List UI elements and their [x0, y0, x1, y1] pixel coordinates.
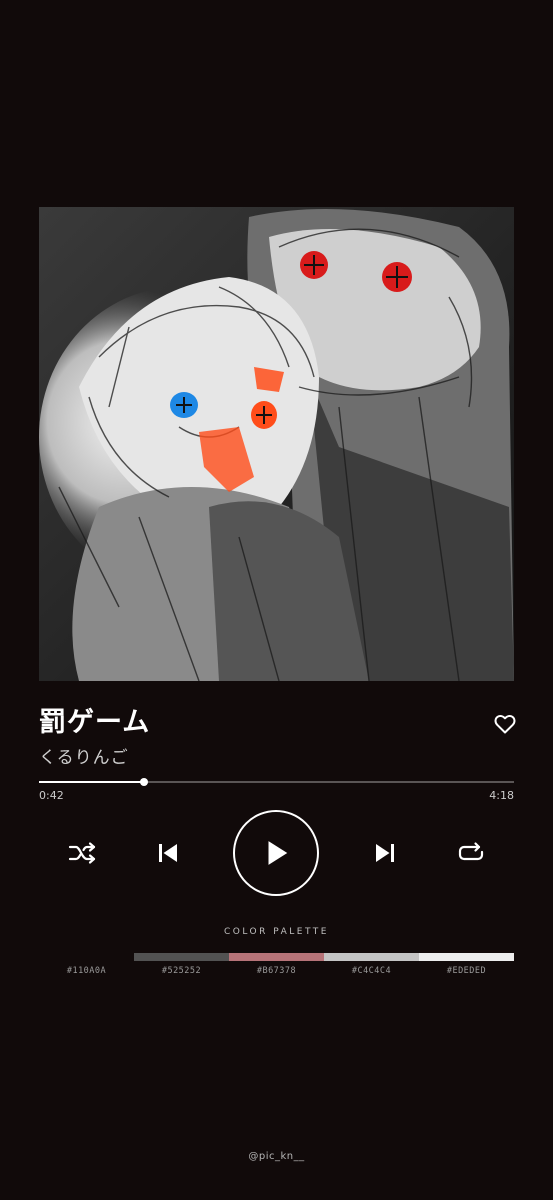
album-artwork	[39, 207, 514, 681]
swatch-2	[134, 953, 229, 961]
progress-fill	[39, 781, 144, 783]
swatch-label: #C4C4C4	[351, 966, 392, 976]
swatch-label: #B67378	[256, 966, 297, 976]
swatch-5	[419, 953, 514, 961]
repeat-button[interactable]	[457, 840, 485, 866]
repeat-icon	[458, 842, 484, 861]
credit-handle: @pic_kn__	[248, 1151, 305, 1162]
palette-labels: #110A0A #525252 #B67378 #C4C4C4 #EDEDED	[39, 965, 514, 977]
play-icon	[268, 841, 288, 865]
swatch-1	[39, 953, 134, 961]
swatch-label: #525252	[161, 966, 202, 976]
color-palette-bar	[39, 953, 514, 961]
track-title: 罰ゲーム	[39, 707, 151, 738]
artwork-illustration	[39, 207, 514, 681]
like-button[interactable]	[493, 712, 517, 736]
play-button[interactable]	[233, 810, 319, 896]
swatch-label: #EDEDED	[446, 966, 487, 976]
skip-previous-icon	[159, 844, 177, 862]
heart-outline-icon	[494, 714, 516, 734]
shuffle-icon	[68, 842, 96, 864]
swatch-4	[324, 953, 419, 961]
palette-title: COLOR PALETTE	[224, 927, 329, 937]
swatch-3	[229, 953, 324, 961]
progress-slider[interactable]	[39, 776, 514, 788]
previous-button[interactable]	[155, 840, 181, 866]
next-button[interactable]	[372, 840, 398, 866]
skip-next-icon	[376, 844, 394, 862]
shuffle-button[interactable]	[68, 840, 98, 866]
progress-handle[interactable]	[139, 778, 148, 786]
track-artist: くるりんご	[39, 748, 129, 768]
elapsed-time: 0:42	[39, 789, 64, 802]
swatch-label: #110A0A	[66, 966, 107, 976]
total-time: 4:18	[489, 789, 514, 802]
